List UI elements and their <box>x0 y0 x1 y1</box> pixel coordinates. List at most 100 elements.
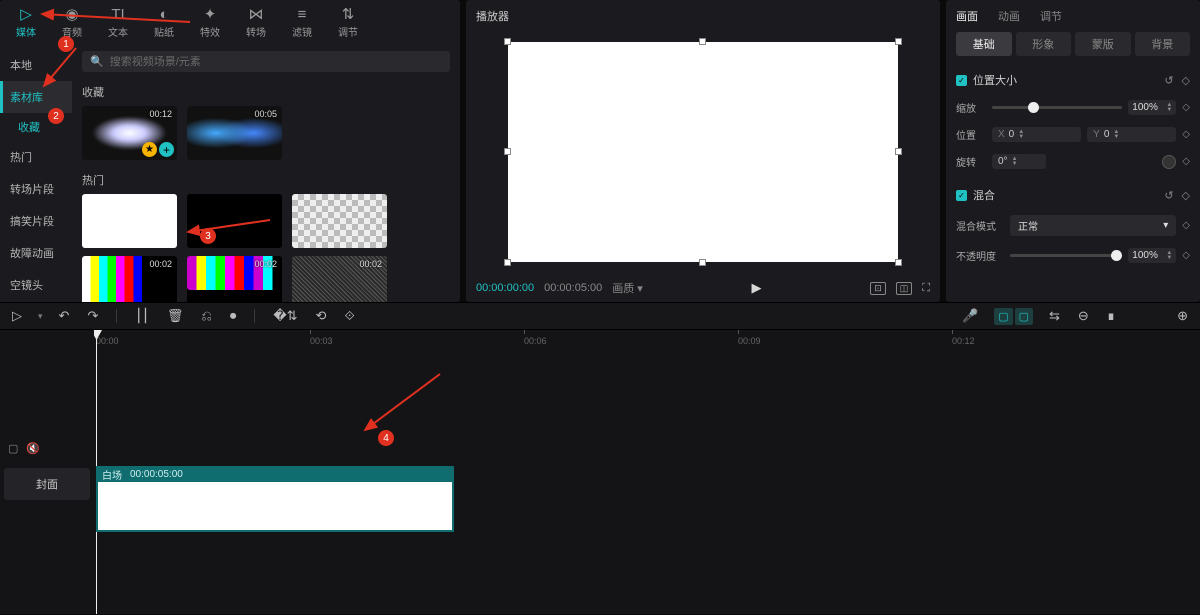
keyframe-icon[interactable]: ◇ <box>1182 189 1190 202</box>
asset-thumb-transparent[interactable] <box>292 194 387 248</box>
stepper-icon[interactable]: ▲▼ <box>1166 103 1172 113</box>
tool-btn[interactable]: ⏺ <box>228 306 239 326</box>
zoom-out-button[interactable]: ⊖ <box>1076 306 1091 326</box>
stepper-icon[interactable]: ▲▼ <box>1012 157 1018 167</box>
resize-handle[interactable] <box>504 259 511 266</box>
blend-mode-select[interactable]: 正常▾ <box>1010 215 1176 236</box>
checkbox-icon[interactable]: ✓ <box>956 190 967 201</box>
main-tab-filter[interactable]: ≡滤镜 <box>282 4 322 41</box>
asset-thumb-black[interactable] <box>187 194 282 248</box>
tool-btn[interactable]: ⎌ <box>199 306 213 326</box>
side-nav-empty[interactable]: 空镜头 <box>0 269 72 301</box>
side-nav-funny[interactable]: 搞笑片段 <box>0 205 72 237</box>
split-button[interactable]: ⎮⎮ <box>133 306 151 326</box>
main-tab-transition[interactable]: ⋈转场 <box>236 4 276 41</box>
asset-thumb[interactable]: 00:12 ★ + <box>82 106 177 160</box>
stepper-icon[interactable]: ▲▼ <box>1018 130 1024 140</box>
select-tool[interactable]: ▷ <box>10 306 24 326</box>
clip-header[interactable]: 白场 00:00:05:00 <box>96 466 454 482</box>
main-tab-text[interactable]: TI文本 <box>98 4 138 41</box>
checkbox-icon[interactable]: ✓ <box>956 75 967 86</box>
star-icon[interactable]: ★ <box>142 142 157 157</box>
scale-value[interactable]: 100%▲▼ <box>1128 100 1176 115</box>
sub-tab-mask[interactable]: 蒙版 <box>1075 32 1131 56</box>
main-tab-audio[interactable]: ◉音频 <box>52 4 92 41</box>
keyframe-icon[interactable]: ◇ <box>1182 250 1190 261</box>
asset-thumb-white[interactable] <box>82 194 177 248</box>
reset-icon[interactable]: ↺ <box>1164 74 1173 87</box>
keyframe-icon[interactable]: ◇ <box>1182 102 1190 113</box>
inspector-tab-adjust[interactable]: 调节 <box>1040 8 1062 24</box>
resize-handle[interactable] <box>504 38 511 45</box>
side-nav-intro[interactable]: 片头 <box>0 301 72 302</box>
compare-icon[interactable]: ◫ <box>896 282 913 295</box>
undo-button[interactable]: ↶ <box>57 306 72 326</box>
resize-handle[interactable] <box>895 148 902 155</box>
asset-thumb-smpte[interactable]: 00:02 <box>82 256 177 302</box>
rotation-dial[interactable] <box>1162 155 1176 169</box>
play-button[interactable]: ▶ <box>653 280 860 296</box>
sub-tab-bg[interactable]: 背景 <box>1135 32 1191 56</box>
inspector-tab-animation[interactable]: 动画 <box>998 8 1020 24</box>
magnet-btn[interactable]: ▢ <box>1015 308 1033 325</box>
ratio-icon[interactable]: ⊡ <box>870 282 886 295</box>
reset-icon[interactable]: ↺ <box>1164 189 1173 202</box>
search-input[interactable] <box>110 56 442 68</box>
resize-handle[interactable] <box>699 259 706 266</box>
scale-slider[interactable] <box>992 106 1122 109</box>
delete-button[interactable]: 🗑 <box>165 306 186 326</box>
keyframe-icon[interactable]: ◇ <box>1182 220 1190 231</box>
side-nav-glitch[interactable]: 故障动画 <box>0 237 72 269</box>
cover-button[interactable]: 封面 <box>4 468 90 500</box>
inspector-tab-picture[interactable]: 画面 <box>956 8 978 24</box>
pos-x-input[interactable]: X0▲▼ <box>992 127 1081 142</box>
mic-button[interactable]: 🎤 <box>960 306 980 326</box>
toggle-track-icon[interactable]: ▢ <box>8 442 18 455</box>
stepper-icon[interactable]: ▲▼ <box>1113 130 1119 140</box>
player-canvas-wrap[interactable] <box>476 30 930 274</box>
sub-tab-avatar[interactable]: 形象 <box>1016 32 1072 56</box>
main-tab-media[interactable]: ▷媒体 <box>6 4 46 41</box>
mute-track-icon[interactable]: 🔇 <box>26 442 40 455</box>
snap-button[interactable]: ∎ <box>1105 306 1117 326</box>
timeline-tracks[interactable]: 00:00 00:03 00:06 00:09 00:12 白场 00:00:0… <box>94 330 1200 614</box>
link-button[interactable]: ⇆ <box>1047 306 1062 326</box>
pos-y-input[interactable]: Y0▲▼ <box>1087 127 1176 142</box>
opacity-value[interactable]: 100%▲▼ <box>1128 248 1176 263</box>
resize-handle[interactable] <box>504 148 511 155</box>
quality-dropdown[interactable]: 画质 ▾ <box>612 280 643 296</box>
sub-tab-basic[interactable]: 基础 <box>956 32 1012 56</box>
side-nav-library[interactable]: 素材库 <box>0 81 72 113</box>
fullscreen-icon[interactable]: ⛶ <box>922 282 930 295</box>
resize-handle[interactable] <box>895 38 902 45</box>
redo-button[interactable]: ↷ <box>85 306 100 326</box>
resize-handle[interactable] <box>699 38 706 45</box>
stepper-icon[interactable]: ▲▼ <box>1166 251 1172 261</box>
timeline-clip[interactable]: 白场 00:00:05:00 <box>96 480 454 532</box>
asset-thumb[interactable]: 00:05 <box>187 106 282 160</box>
crop-button[interactable]: ⟐ <box>342 306 356 326</box>
main-tab-effect[interactable]: ✦特效 <box>190 4 230 41</box>
asset-thumb-noise[interactable]: 00:02 <box>292 256 387 302</box>
keyframe-icon[interactable]: ◇ <box>1182 156 1190 167</box>
side-nav-hot[interactable]: 热门 <box>0 141 72 173</box>
time-ruler[interactable]: 00:00 00:03 00:06 00:09 00:12 <box>94 330 1200 356</box>
search-box[interactable]: 🔍 <box>82 51 450 72</box>
asset-thumb-smpte2[interactable]: 00:02 <box>187 256 282 302</box>
add-icon[interactable]: + <box>159 142 174 157</box>
main-tab-adjust[interactable]: ⇅调节 <box>328 4 368 41</box>
side-nav-favorites[interactable]: 收藏 <box>0 113 72 141</box>
magnet-btn[interactable]: ▢ <box>994 308 1012 325</box>
player-canvas[interactable] <box>508 42 898 262</box>
side-nav-local[interactable]: 本地 <box>0 49 72 81</box>
rotation-input[interactable]: 0°▲▼ <box>992 154 1046 169</box>
side-nav-transition[interactable]: 转场片段 <box>0 173 72 205</box>
mirror-button[interactable]: �⇅ <box>271 306 299 326</box>
opacity-slider[interactable] <box>1010 254 1122 257</box>
main-tab-sticker[interactable]: ◐贴纸 <box>144 4 184 41</box>
zoom-in-button[interactable]: ⊕ <box>1175 306 1190 326</box>
keyframe-icon[interactable]: ◇ <box>1182 74 1190 87</box>
rotate-button[interactable]: ⟲ <box>314 306 329 326</box>
resize-handle[interactable] <box>895 259 902 266</box>
keyframe-icon[interactable]: ◇ <box>1182 129 1190 140</box>
